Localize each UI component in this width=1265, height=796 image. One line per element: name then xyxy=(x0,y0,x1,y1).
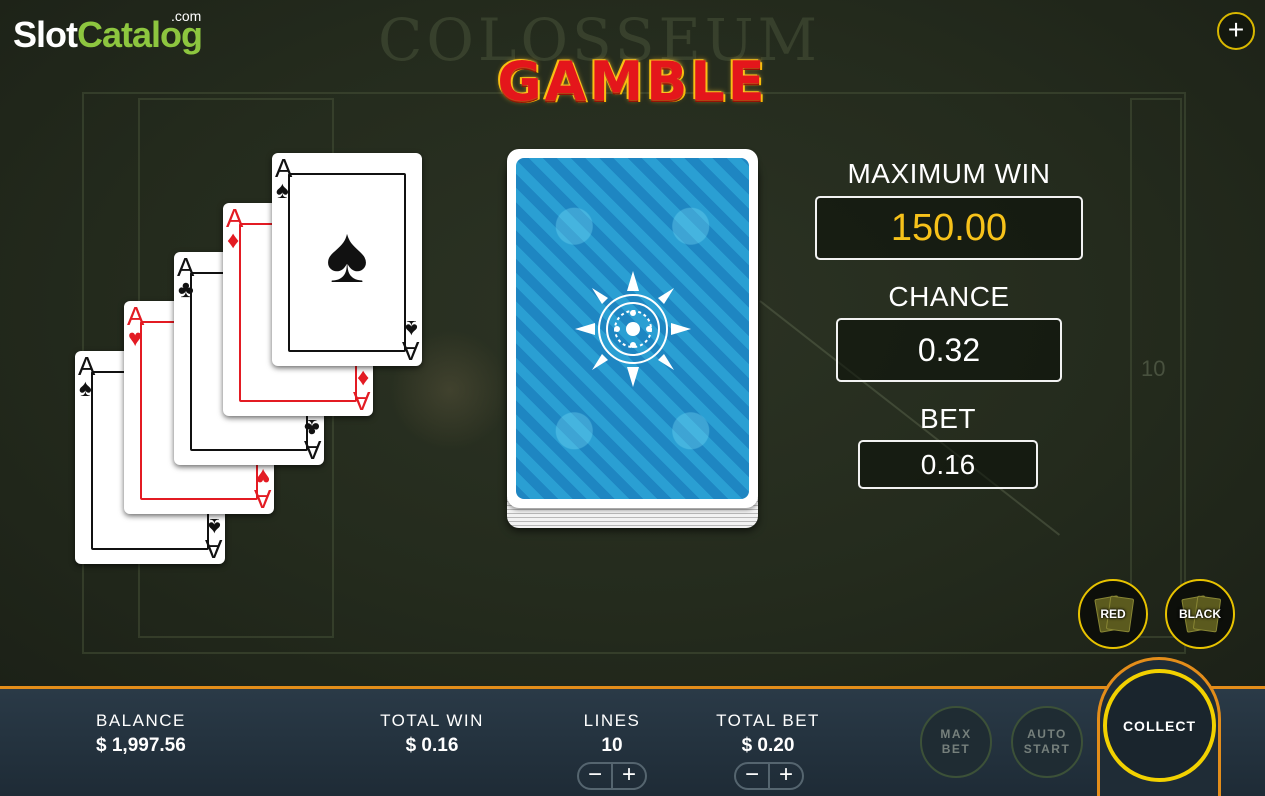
black-choice-label: BLACK xyxy=(1179,607,1221,621)
card-suit-icon: ♠ xyxy=(405,315,418,342)
lines-decrease-button[interactable]: − xyxy=(579,763,613,788)
card-back-medallion-icon xyxy=(574,270,691,387)
collect-label: COLLECT xyxy=(1122,717,1197,734)
background-line-number: 10 xyxy=(1141,356,1166,381)
bet-increase-button[interactable]: + xyxy=(770,763,802,788)
card-suit-icon: ♠ xyxy=(276,177,289,204)
lines-label: LINES xyxy=(583,711,641,730)
chance-label: CHANCE xyxy=(888,281,1010,312)
card-suit-icon: ♦ xyxy=(227,227,240,254)
auto-start-button[interactable]: AUTO START xyxy=(1011,706,1083,778)
card-suit-icon: ♠ xyxy=(208,513,221,540)
black-choice-button[interactable]: BLACK xyxy=(1165,579,1235,649)
card-suit-icon: ♣ xyxy=(304,414,320,441)
max-bet-label: MAX BET xyxy=(940,727,972,756)
total-win-label: TOTAL WIN xyxy=(380,711,484,730)
red-choice-label: RED xyxy=(1100,607,1126,621)
face-down-card xyxy=(507,149,758,508)
red-choice-button[interactable]: RED xyxy=(1078,579,1148,649)
card-suit-icon: ♣ xyxy=(178,276,194,303)
card-center-suit-icon: ♠ xyxy=(325,210,369,299)
lines-stepper: − + xyxy=(577,762,647,790)
balance-label: BALANCE xyxy=(96,711,186,730)
bet-decrease-button[interactable]: − xyxy=(736,763,770,788)
total-win-value: $ 0.16 xyxy=(405,735,459,756)
bet-stepper: − + xyxy=(734,762,804,790)
logo-text-slot: Slot xyxy=(13,14,78,55)
balance-value: $ 1,997.56 xyxy=(96,735,186,756)
logo-text-suffix: .com xyxy=(171,8,202,24)
bet-value: 0.16 xyxy=(858,440,1038,489)
card-suit-icon: ♥ xyxy=(128,325,143,352)
total-bet-label: TOTAL BET xyxy=(716,711,820,730)
card-suit-icon: ♠ xyxy=(79,375,92,402)
bet-label: BET xyxy=(920,403,976,434)
total-bet-value: $ 0.20 xyxy=(741,735,795,756)
max-bet-button[interactable]: MAX BET xyxy=(920,706,992,778)
gamble-title: GAMBLE xyxy=(497,50,768,113)
history-card: A♠♠A♠ xyxy=(272,153,422,366)
lines-increase-button[interactable]: + xyxy=(613,763,645,788)
collect-button[interactable]: COLLECT xyxy=(1103,669,1216,782)
menu-plus-button[interactable]: + xyxy=(1217,12,1255,50)
maximum-win-value: 150.00 xyxy=(815,196,1083,260)
lines-value: 10 xyxy=(601,735,623,756)
chance-value: 0.32 xyxy=(836,318,1062,382)
card-back-pattern xyxy=(516,158,749,499)
card-suit-icon: ♦ xyxy=(356,365,369,392)
auto-start-label: AUTO START xyxy=(1023,727,1071,756)
maximum-win-label: MAXIMUM WIN xyxy=(847,158,1051,189)
card-suit-icon: ♥ xyxy=(255,463,270,490)
